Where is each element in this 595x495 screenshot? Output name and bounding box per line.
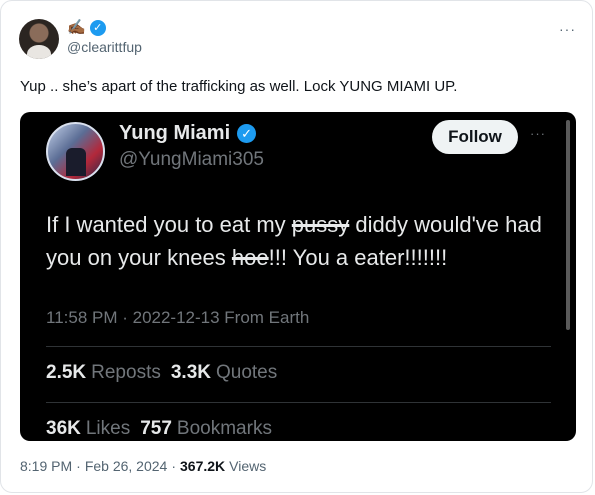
separator: · bbox=[171, 458, 176, 474]
quotes-count: 3.3K bbox=[170, 362, 211, 383]
views-count: 367.2K bbox=[180, 458, 226, 474]
reposts-stat: 2.5K Reposts bbox=[46, 362, 161, 384]
bookmarks-label: Bookmarks bbox=[176, 418, 272, 439]
reposts-label: Reposts bbox=[91, 362, 161, 383]
embed-avatar bbox=[46, 122, 105, 181]
reposts-count: 2.5K bbox=[46, 362, 87, 383]
divider bbox=[46, 402, 551, 403]
follow-button: Follow bbox=[432, 120, 518, 154]
bookmarks-count: 757 bbox=[140, 418, 172, 439]
like-bookmark-stats: 36K Likes 757 Bookmarks bbox=[46, 418, 272, 440]
likes-stat: 36K Likes bbox=[46, 418, 130, 440]
post-date[interactable]: Feb 26, 2024 bbox=[85, 458, 168, 474]
embed-text-part1: If I wanted you to eat my bbox=[46, 212, 292, 237]
writing-hand-emoji: ✍🏾 bbox=[67, 19, 86, 36]
author-avatar[interactable] bbox=[19, 19, 59, 59]
more-options-icon[interactable]: ··· bbox=[559, 21, 576, 37]
scrollbar[interactable] bbox=[566, 120, 570, 330]
embed-text-struck1: pussy bbox=[291, 212, 350, 237]
embed-verified-icon: ✓ bbox=[237, 124, 257, 143]
post-card: ✍🏾 ✓ @clearittfup ··· Yup .. she’s apart… bbox=[0, 0, 593, 493]
embedded-screenshot[interactable]: Yung Miami ✓ @YungMiami305 Follow ··· If… bbox=[20, 112, 576, 441]
quotes-stat: 3.3K Quotes bbox=[171, 362, 277, 384]
bookmarks-stat: 757 Bookmarks bbox=[140, 418, 272, 440]
embed-text-part3: !!! You a eater!!!!!!! bbox=[268, 245, 448, 270]
author-handle[interactable]: @clearittfup bbox=[67, 39, 142, 55]
post-metadata: 8:19 PM · Feb 26, 2024 · 367.2K Views bbox=[20, 458, 266, 474]
likes-label: Likes bbox=[85, 418, 131, 439]
quotes-label: Quotes bbox=[215, 362, 278, 383]
divider bbox=[46, 346, 551, 347]
views-label: Views bbox=[229, 458, 267, 474]
verified-icon: ✓ bbox=[89, 20, 106, 36]
author-name-row[interactable]: ✍🏾 ✓ bbox=[67, 18, 106, 38]
repost-quote-stats: 2.5K Reposts 3.3K Quotes bbox=[46, 362, 277, 384]
post-time[interactable]: 8:19 PM bbox=[20, 458, 72, 474]
separator: · bbox=[76, 458, 81, 474]
embed-name-row: Yung Miami ✓ bbox=[119, 122, 257, 145]
embed-text-struck2: hoe bbox=[231, 245, 269, 270]
embed-timestamp: 11:58 PM · 2022-12-13 From Earth bbox=[46, 308, 310, 327]
post-text: Yup .. she’s apart of the trafficking as… bbox=[20, 78, 458, 95]
embed-author-handle: @YungMiami305 bbox=[119, 149, 264, 170]
embed-author-name: Yung Miami bbox=[119, 122, 231, 144]
embed-more-icon: ··· bbox=[530, 126, 546, 141]
embed-tweet-text: If I wanted you to eat my pussy diddy wo… bbox=[46, 208, 551, 274]
likes-count: 36K bbox=[46, 418, 81, 439]
